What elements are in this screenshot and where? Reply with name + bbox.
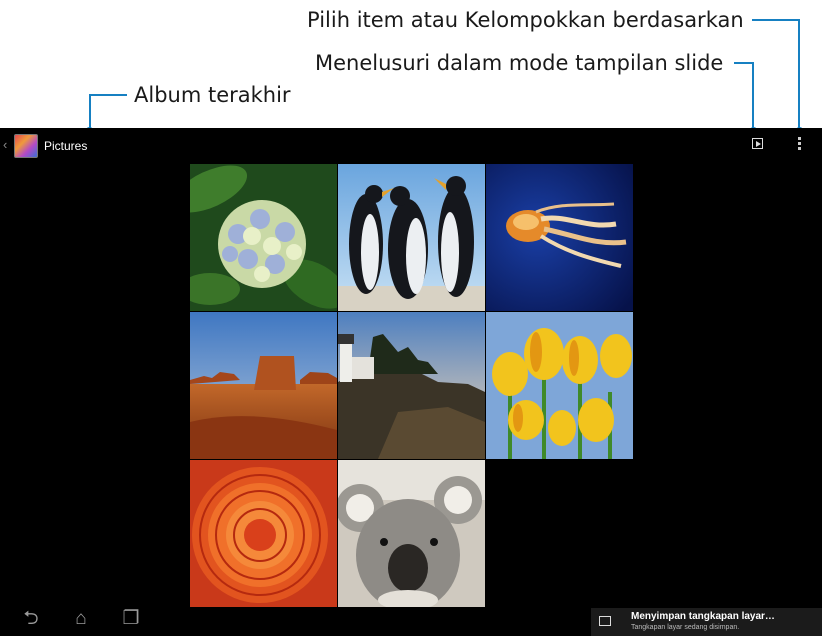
photo-hydrangea[interactable] [190, 164, 337, 311]
callout-line-slideshow-vert [752, 62, 754, 130]
notification-title: Menyimpan tangkapan layar… [631, 611, 775, 622]
image-icon [599, 616, 611, 626]
home-icon[interactable]: ⌂ [70, 608, 92, 630]
photo-penguins[interactable] [338, 164, 485, 311]
callout-line-recent-album [90, 94, 127, 96]
action-bar: ‹ Pictures [0, 128, 822, 162]
gallery-screen: ‹ Pictures ⮌ ⌂ ❐ Menyimpan tangkapan lay… [0, 128, 822, 636]
photo-tulips[interactable] [486, 312, 633, 459]
callout-line-slideshow [734, 62, 754, 64]
photo-chrysanthemum[interactable] [190, 460, 337, 607]
notification-subtitle: Tangkapan layar sedang disimpan. [631, 624, 740, 631]
more-vertical-icon[interactable] [798, 137, 802, 153]
pictures-album-icon[interactable] [14, 134, 38, 158]
callout-recent-album: Album terakhir [134, 83, 291, 107]
back-icon[interactable]: ⮌ [20, 608, 42, 630]
callout-line-select-group [752, 19, 800, 21]
play-square-icon[interactable] [752, 138, 763, 149]
recent-apps-icon[interactable]: ❐ [120, 608, 142, 630]
photo-jellyfish[interactable] [486, 164, 633, 311]
callout-slideshow: Menelusuri dalam mode tampilan slide [315, 51, 724, 75]
photo-lighthouse[interactable] [338, 312, 485, 459]
callout-select-group: Pilih item atau Kelompokkan berdasarkan [307, 8, 744, 32]
photo-koala[interactable] [338, 460, 485, 607]
photo-desert[interactable] [190, 312, 337, 459]
callout-line-recent-album-vert [89, 94, 91, 130]
chevron-left-icon[interactable]: ‹ [3, 137, 7, 152]
screenshot-notification[interactable]: Menyimpan tangkapan layar… Tangkapan lay… [591, 608, 822, 636]
callout-line-select-group-vert [798, 19, 800, 131]
album-title[interactable]: Pictures [44, 139, 87, 153]
